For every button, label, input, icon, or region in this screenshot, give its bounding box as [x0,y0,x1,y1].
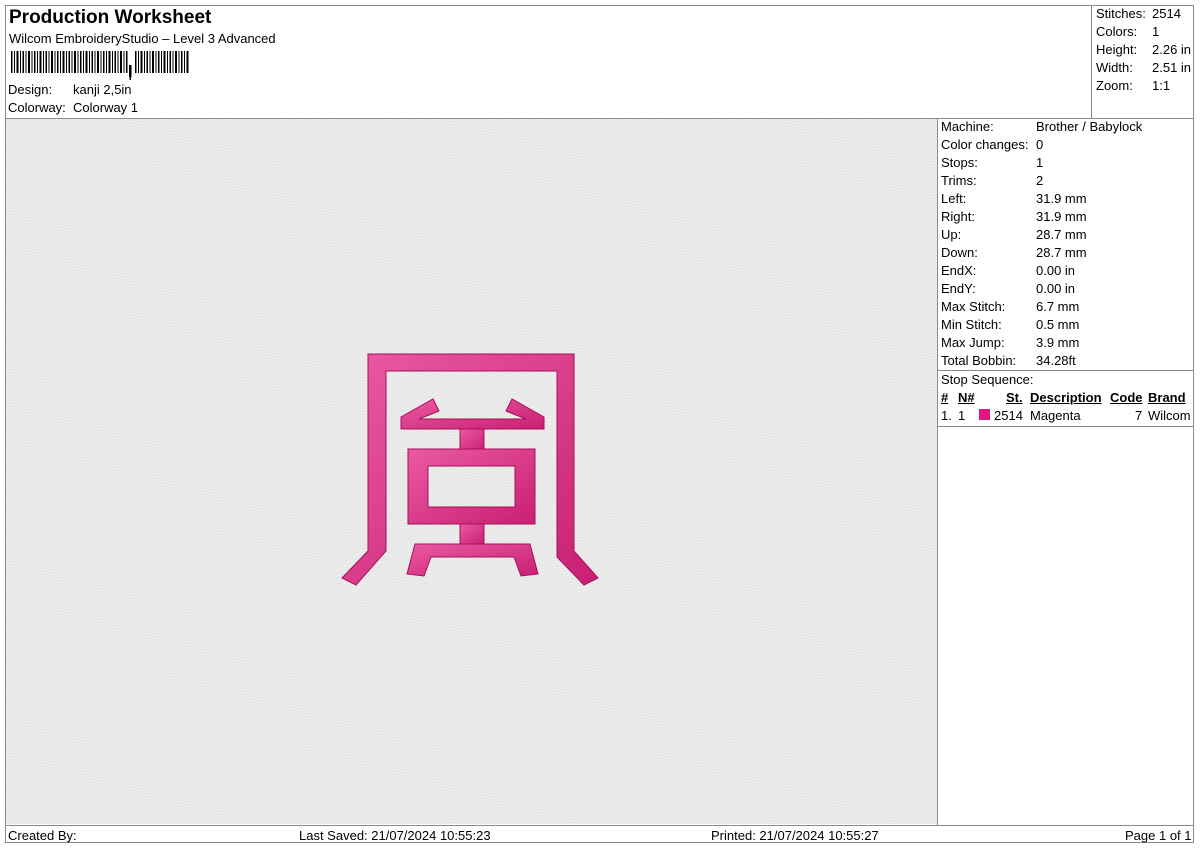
zoom-label: Zoom: [1096,78,1133,93]
worksheet-header: Production Worksheet Wilcom EmbroiderySt… [5,5,1092,118]
colorway-value: Colorway 1 [73,100,139,115]
page-number: Page 1 of 1 [1125,828,1192,843]
col-header-code: Code [1110,390,1143,405]
row-num: 1. [941,408,952,423]
col-header-st: St. [1006,390,1023,405]
colors-value: 1 [1152,24,1160,39]
row-description: Magenta [1030,408,1081,423]
stat-min-stitch: Min Stitch: 0.5 mm [941,317,1080,332]
stat-endx: EndX: 0.00 in [941,263,1076,278]
col-header-num: # [941,390,949,405]
row-brand: Wilcom [1148,408,1191,423]
design-value: kanji 2,5in [73,82,132,97]
row-code: 7 [1135,408,1143,423]
summary-panel: Stitches: 2514 Colors: 1 Height: 2.26 in… [1091,5,1194,118]
row-n: 1 [958,408,966,423]
last-saved: Last Saved: 21/07/2024 10:55:23 [299,828,491,843]
stat-endy: EndY: 0.00 in [941,281,1076,296]
stat-trims: Trims: 2 [941,173,1044,188]
sequence-divider [937,426,1194,427]
width-label: Width: [1096,60,1133,75]
stat-up: Up: 28.7 mm [941,227,1087,242]
stop-sequence-title: Stop Sequence: [941,372,1034,387]
thread-color-swatch [979,409,990,420]
width-value: 2.51 in [1152,60,1192,75]
col-header-brand: Brand [1148,390,1186,405]
stat-right: Right: 31.9 mm [941,209,1087,224]
printed-date: Printed: 21/07/2024 10:55:27 [711,828,879,843]
design-preview [6,119,937,824]
colors-label: Colors: [1096,24,1138,39]
stat-max-stitch: Max Stitch: 6.7 mm [941,299,1080,314]
stat-max-jump: Max Jump: 3.9 mm [941,335,1080,350]
height-value: 2.26 in [1152,42,1192,57]
barcode [11,51,189,80]
stat-down: Down: 28.7 mm [941,245,1087,260]
stat-left: Left: 31.9 mm [941,191,1087,206]
page-title: Production Worksheet [9,7,212,28]
worksheet-footer: Created By: Last Saved: 21/07/2024 10:55… [5,825,1194,843]
colorway-label: Colorway: [8,100,66,115]
stats-divider [937,370,1194,371]
zoom-value: 1:1 [1152,78,1171,93]
stitches-label: Stitches: [1096,6,1146,21]
row-stitches: 2514 [994,408,1023,423]
stat-total-bobbin: Total Bobbin: 34.28ft [941,353,1076,368]
software-name: Wilcom EmbroideryStudio – Level 3 Advanc… [9,31,276,46]
col-header-description: Description [1030,390,1102,405]
embroidery-design-kanji [341,353,599,586]
kanji-glyph [341,353,599,586]
stat-color-changes: Color changes: 0 [941,137,1044,152]
col-header-n: N# [958,390,975,405]
height-label: Height: [1096,42,1138,57]
created-by: Created By: [8,828,77,843]
stitches-value: 2514 [1152,6,1181,21]
stat-stops: Stops: 1 [941,155,1044,170]
stat-machine: Machine: Brother / Babylock [941,119,1143,134]
design-label: Design: [8,82,53,97]
canvas-divider [937,118,938,825]
